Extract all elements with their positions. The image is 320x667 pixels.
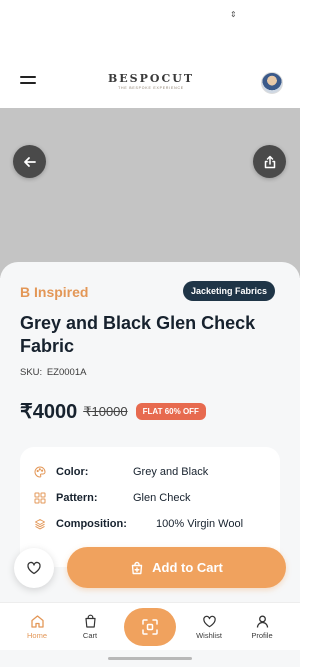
- user-icon: [256, 615, 268, 628]
- bottom-navigation: Home Cart Wishlist Profile: [0, 602, 300, 650]
- share-icon: [264, 155, 275, 168]
- sku: SKU: EZ0001A: [20, 367, 86, 378]
- nav-item-wishlist[interactable]: Wishlist: [184, 613, 234, 640]
- status-bar: ⇕: [0, 0, 300, 30]
- nav-item-cart[interactable]: Cart: [65, 613, 115, 640]
- action-bar: Add to Cart: [0, 536, 300, 602]
- network-updown-icon: ⇕: [230, 10, 237, 19]
- spec-row-composition: Composition:: [34, 516, 127, 532]
- back-button[interactable]: [13, 145, 46, 178]
- scan-icon: [142, 619, 158, 635]
- user-avatar[interactable]: [261, 72, 283, 94]
- sku-label: SKU:: [20, 367, 43, 378]
- shopping-bag-plus-icon: [131, 561, 143, 574]
- spec-value-pattern: Glen Check: [133, 490, 190, 506]
- add-to-cart-label: Add to Cart: [152, 560, 223, 575]
- heart-icon: [202, 615, 216, 627]
- nav-label: Cart: [82, 631, 98, 640]
- add-to-cart-button[interactable]: Add to Cart: [67, 547, 286, 588]
- cart-icon: [84, 614, 96, 628]
- sku-value: EZ0001A: [46, 367, 87, 378]
- spec-label: Composition:: [56, 518, 127, 530]
- nav-item-home[interactable]: Home: [12, 613, 62, 640]
- logo-tagline: THE BESPOKE EXPERIENCE: [118, 86, 184, 90]
- grid-pattern-icon: [34, 492, 46, 504]
- heart-icon: [27, 561, 41, 575]
- scan-button[interactable]: [124, 608, 176, 646]
- spec-value: Glen Check: [133, 492, 191, 504]
- spec-value: Grey and Black: [133, 466, 209, 478]
- discount-badge: FLAT 60% OFF: [135, 403, 206, 420]
- spec-label: Color:: [56, 466, 89, 478]
- spec-value-color: Grey and Black: [133, 464, 208, 480]
- share-button[interactable]: [253, 145, 286, 178]
- hamburger-menu-icon[interactable]: [20, 76, 36, 90]
- brand-name: B Inspired: [20, 284, 89, 300]
- product-title: Grey and Black Glen Check Fabric: [20, 313, 256, 356]
- logo-text: BESPOCUT: [108, 72, 195, 85]
- nav-label: Wishlist: [196, 631, 222, 640]
- home-indicator: [108, 657, 192, 660]
- nav-label: Profile: [251, 631, 273, 640]
- nav-item-profile[interactable]: Profile: [237, 613, 287, 640]
- spec-row-color: Color:: [34, 464, 88, 480]
- spec-value: 100% Virgin Wool: [156, 518, 244, 530]
- product-detail-screen: ⇕ BESPOCUT THE BESPOKE EXPERIENCE B Insp…: [0, 0, 300, 667]
- original-price: ₹10000: [83, 403, 128, 419]
- sale-price: ₹4000: [20, 401, 78, 423]
- spec-value-composition: 100% Virgin Wool: [156, 516, 243, 532]
- home-icon: [30, 614, 44, 628]
- spec-row-pattern: Pattern:: [34, 490, 98, 506]
- category-badge[interactable]: Jacketing Fabrics: [183, 281, 276, 301]
- product-image: [0, 108, 300, 278]
- wishlist-button[interactable]: [14, 548, 54, 588]
- nav-label: Home: [26, 631, 47, 640]
- spec-label: Pattern:: [56, 492, 98, 504]
- brand-logo[interactable]: BESPOCUT THE BESPOKE EXPERIENCE: [108, 72, 194, 90]
- arrow-left-icon: [23, 156, 36, 167]
- price-row: ₹4000 ₹10000 FLAT 60% OFF: [20, 399, 206, 424]
- palette-icon: [34, 466, 46, 478]
- app-header: BESPOCUT THE BESPOKE EXPERIENCE: [0, 62, 300, 106]
- layers-icon: [34, 518, 46, 530]
